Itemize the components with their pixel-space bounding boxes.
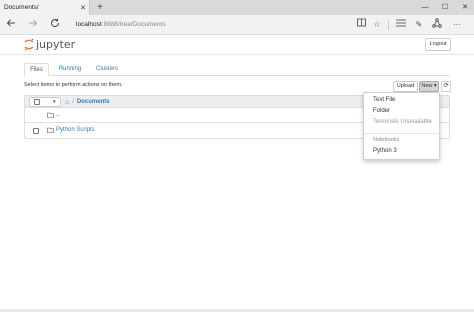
new-tab-button[interactable]: +: [94, 1, 106, 14]
menu-item-terminals: Terminals Unavailable: [373, 119, 432, 125]
browser-tab-bar: Documents/ ✕ + — ☐ ✕: [0, 0, 474, 15]
folder-icon: [47, 127, 54, 135]
row-checkbox[interactable]: [33, 128, 39, 134]
close-tab-icon[interactable]: ✕: [79, 4, 87, 12]
select-all-dropdown[interactable]: ▾: [29, 97, 61, 107]
web-note-icon[interactable]: ✎: [413, 18, 425, 32]
list-item-name[interactable]: Python Scripts: [56, 127, 95, 133]
list-item-name[interactable]: ..: [56, 112, 59, 118]
jupyter-logo-icon: [24, 38, 34, 51]
minimize-icon[interactable]: —: [416, 0, 434, 15]
jupyter-logo[interactable]: jupyter: [24, 38, 75, 51]
logout-button[interactable]: Logout: [425, 38, 451, 51]
tab-files[interactable]: Files: [24, 63, 49, 76]
address-bar: localhost:8888/tree/Documents ☆ ✎ ···: [0, 15, 474, 35]
url-field[interactable]: localhost:8888/tree/Documents: [76, 19, 166, 31]
more-icon[interactable]: ···: [451, 18, 463, 32]
reading-view-icon[interactable]: [355, 18, 367, 32]
menu-item-folder[interactable]: Folder: [373, 108, 390, 114]
refresh-list-button[interactable]: ⟳: [441, 81, 451, 92]
menu-divider: [364, 133, 439, 134]
browser-tab[interactable]: Documents/ ✕: [0, 0, 90, 15]
upload-button[interactable]: Upload: [393, 81, 418, 92]
menu-item-python3[interactable]: Python 3: [373, 148, 397, 154]
url-host: localhost: [76, 21, 102, 28]
window-close-icon[interactable]: ✕: [456, 0, 474, 15]
forward-icon[interactable]: [26, 18, 40, 32]
jupyter-tabs: Files Running Clusters: [24, 63, 450, 76]
tab-clusters[interactable]: Clusters: [90, 63, 124, 76]
select-message: Select items to perform actions on them.: [24, 82, 123, 88]
url-path: :8888/tree/Documents: [101, 21, 166, 28]
share-icon[interactable]: [431, 18, 443, 32]
jupyter-logo-text: jupyter: [36, 38, 76, 51]
select-all-checkbox[interactable]: [34, 99, 40, 105]
jupyter-header: jupyter Logout: [0, 35, 474, 55]
refresh-icon[interactable]: [48, 18, 62, 32]
back-icon[interactable]: [4, 18, 18, 32]
breadcrumb-dir[interactable]: Documents: [77, 99, 110, 105]
menu-item-text-file[interactable]: Text File: [373, 97, 395, 103]
breadcrumb-separator: /: [72, 99, 74, 105]
new-button[interactable]: New ▾: [419, 81, 439, 92]
home-icon[interactable]: ⌂: [65, 99, 69, 106]
breadcrumb: ⌂ / Documents: [65, 98, 110, 106]
chevron-down-icon[interactable]: ▾: [53, 99, 56, 105]
browser-tab-title: Documents/: [4, 4, 39, 11]
hub-icon[interactable]: [395, 18, 407, 32]
tab-running[interactable]: Running: [54, 63, 86, 76]
maximize-icon[interactable]: ☐: [436, 0, 454, 15]
favorite-star-icon[interactable]: ☆: [371, 18, 383, 32]
folder-icon: [47, 112, 54, 120]
new-dropdown-menu: Text File Folder Terminals Unavailable N…: [363, 92, 440, 160]
toolbar-divider: [388, 20, 389, 30]
menu-header-notebooks: Notebooks: [373, 137, 400, 143]
